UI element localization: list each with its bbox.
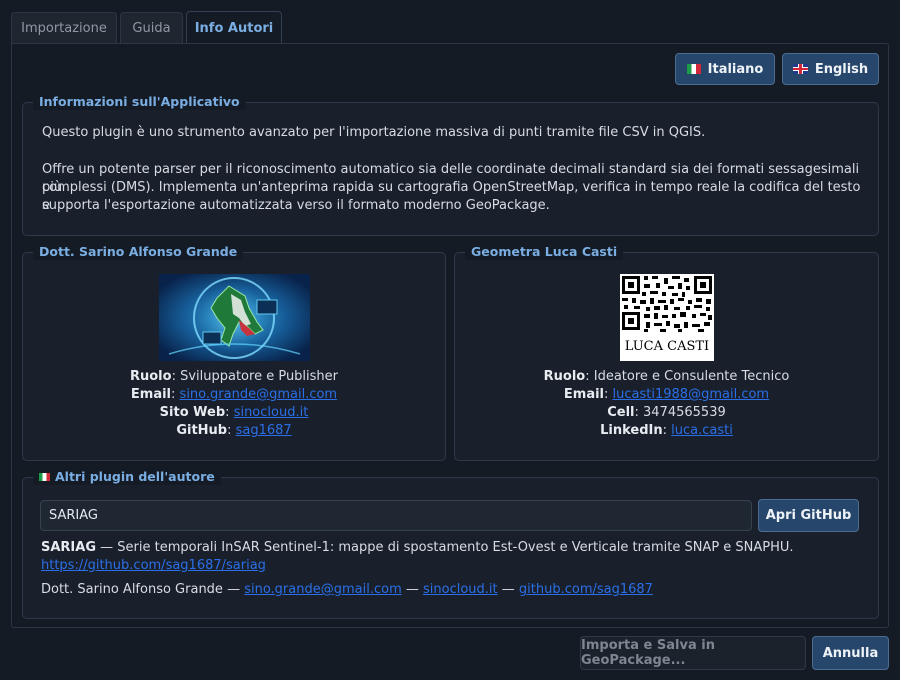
author-casti-email: Email: lucasti1988@gmail.com [563,387,770,402]
plugin-name: SARIAG [41,540,97,555]
plugin-author-site-link[interactable]: sinocloud.it [423,582,498,597]
plugin-repo-link[interactable]: https://github.com/sag1687/sariag [41,558,266,573]
author-grande-github-link[interactable]: sag1687 [236,423,292,438]
italian-label: Italiano [707,61,764,77]
uk-flag-icon [792,64,808,74]
cancel-button[interactable]: Annulla [812,636,889,670]
app-info-group: Informazioni sull'Applicativo Questo plu… [22,94,879,236]
tab-info-autori[interactable]: Info Autori [186,11,282,45]
open-github-button[interactable]: Apri GitHub [758,499,859,532]
import-save-geopackage-button[interactable]: Importa e Salva in GeoPackage... [580,636,806,670]
plugin-select[interactable]: SARIAG [40,500,752,531]
author-casti-role: Ruolo: Ideatore e Consulente Tecnico [543,369,790,384]
author-casti-title: Geometra Luca Casti [465,244,624,260]
qr-caption: LUCA CASTI [624,339,710,354]
plugin-author-email-link[interactable]: sino.grande@gmail.com [244,582,402,597]
italian-language-button[interactable]: Italiano [675,53,775,85]
separator: — [497,582,519,597]
author-grande-group: Dott. Sarino Alfonso Grande Ruolo: Svilu… [22,244,446,461]
app-info-paragraph-1: Questo plugin è uno strumento avanzato p… [42,125,706,140]
author-grande-email-link[interactable]: sino.grande@gmail.com [180,387,338,402]
english-language-button[interactable]: English [782,53,879,85]
english-label: English [814,61,869,77]
author-grande-email: Email: sino.grande@gmail.com [130,387,338,402]
author-grande-site-link[interactable]: sinocloud.it [234,405,309,420]
author-grande-title: Dott. Sarino Alfonso Grande [33,244,244,260]
author-grande-site: Sito Web: sinocloud.it [159,405,309,420]
italy-flag-icon [39,473,50,481]
plugin-link-row: https://github.com/sag1687/sariag [41,557,266,575]
app-info-paragraph-2-line-3: supporta l'esportazione automatizzata ve… [42,198,550,213]
author-casti-group: Geometra Luca Casti LUCA CASTI Ruolo: Id… [454,244,879,461]
plugin-author-row: Dott. Sarino Alfonso Grande — sino.grand… [41,581,653,599]
plugin-desc-text: — Serie temporali InSAR Sentinel-1: mapp… [96,540,794,555]
separator: — [401,582,424,597]
author-grande-role: Ruolo: Sviluppatore e Publisher [129,369,339,384]
author-grande-photo [159,274,310,361]
plugin-author-name: Dott. Sarino Alfonso Grande — [41,582,245,597]
tab-importazione[interactable]: Importazione [11,12,117,44]
author-casti-cell: Cell: 3474565539 [607,405,726,420]
author-grande-github: GitHub: sag1687 [176,423,292,438]
tab-guida[interactable]: Guida [120,12,183,44]
author-casti-linkedin: LinkedIn: luca.casti [600,423,733,438]
author-casti-linkedin-link[interactable]: luca.casti [671,423,733,438]
author-casti-email-link[interactable]: lucasti1988@gmail.com [613,387,770,402]
author-casti-qr-code: LUCA CASTI [620,274,714,361]
italy-flag-icon [686,64,701,74]
plugin-description: SARIAG — Serie temporali InSAR Sentinel-… [41,539,794,557]
other-plugins-title: Altri plugin dell'autore [55,469,215,484]
app-info-title: Informazioni sull'Applicativo [33,94,246,110]
plugin-author-github-link[interactable]: github.com/sag1687 [519,582,653,597]
other-plugins-title-wrap: Altri plugin dell'autore [33,469,221,485]
